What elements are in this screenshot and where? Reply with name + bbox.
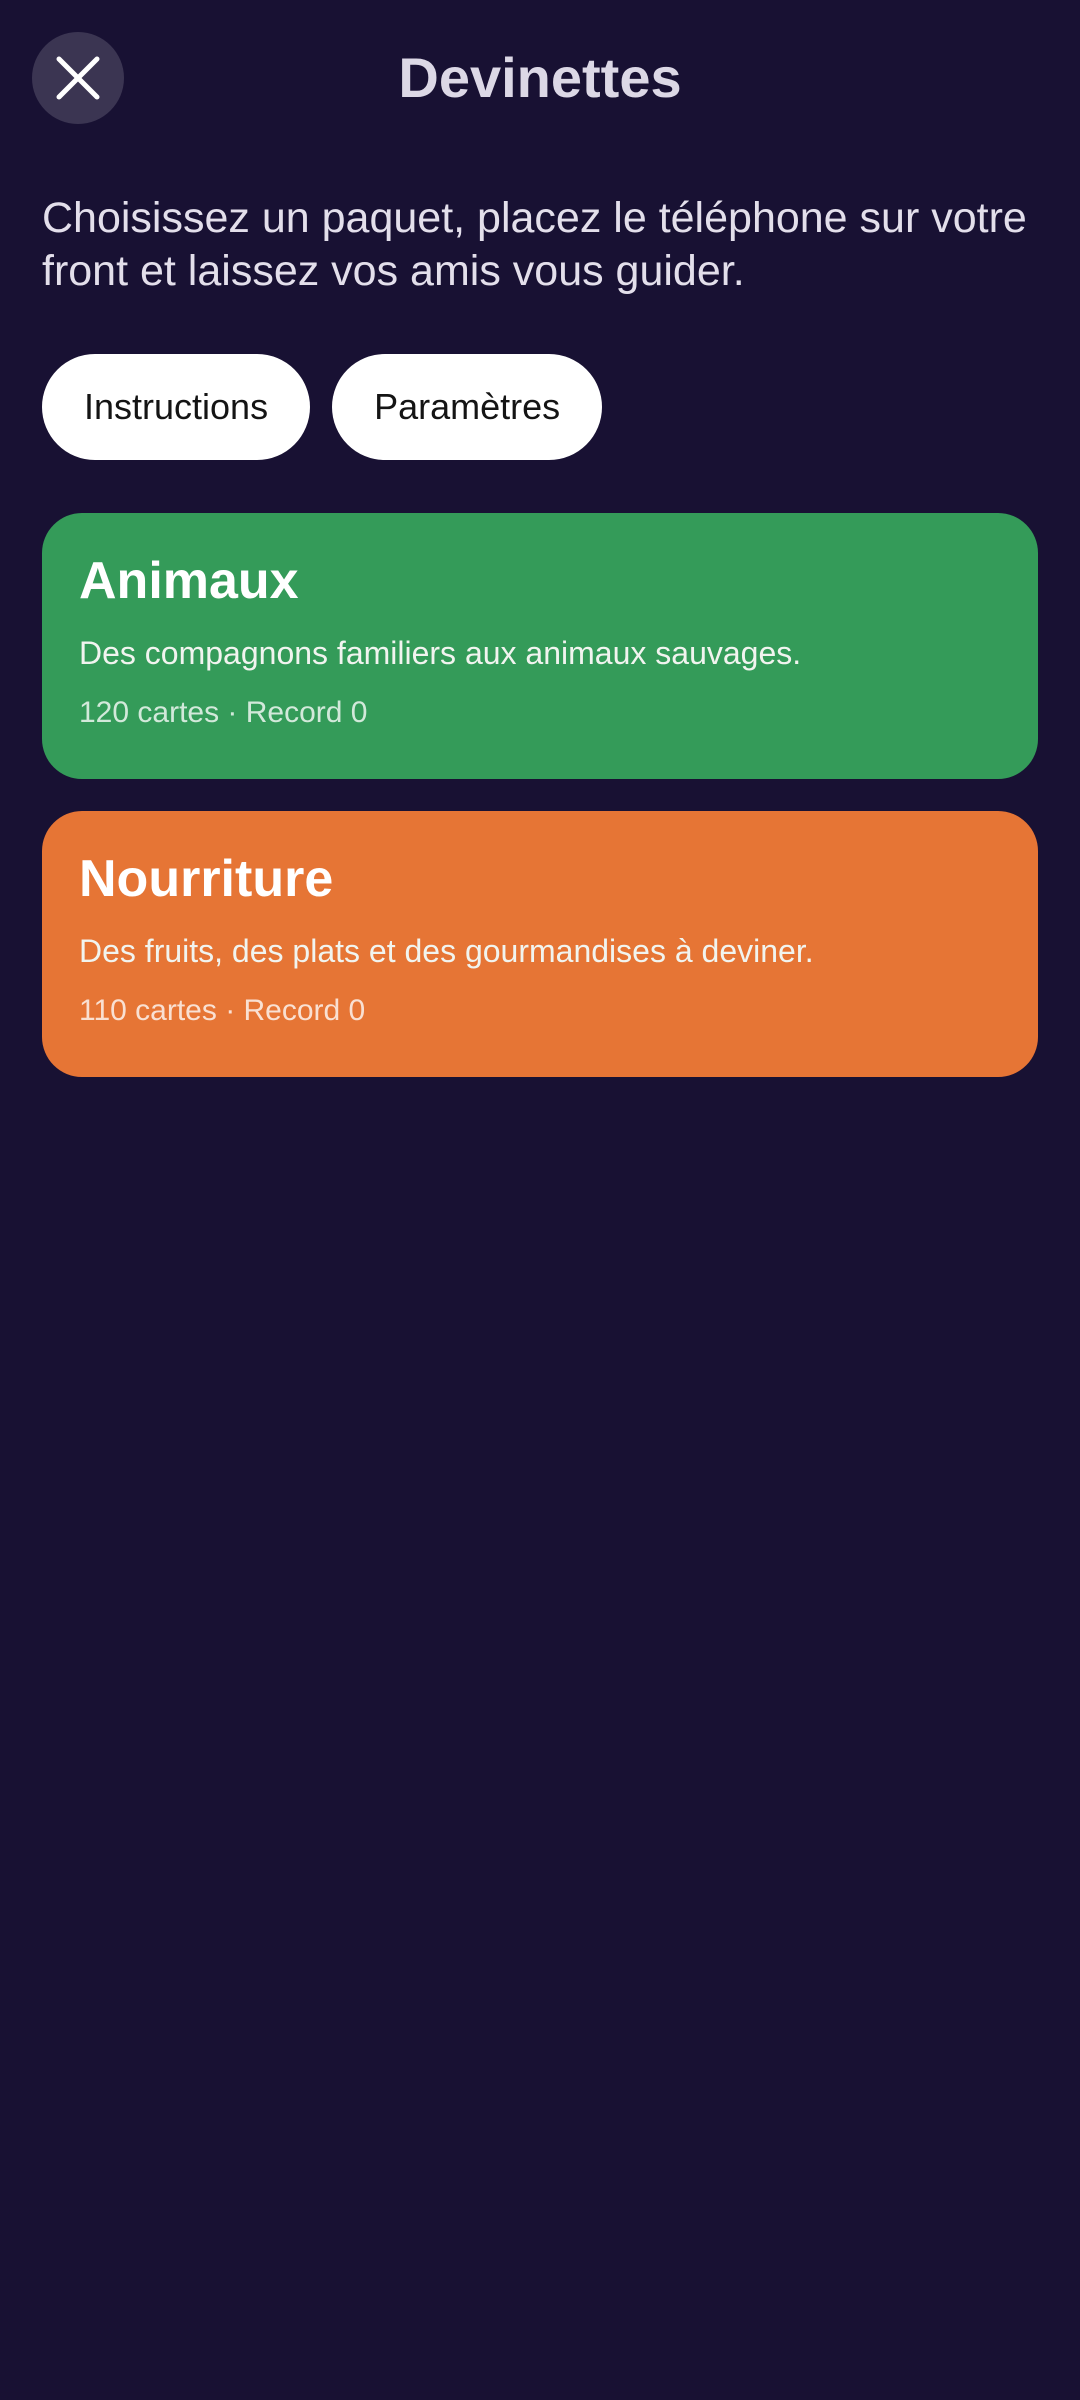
page-title: Devinettes xyxy=(398,46,682,109)
deck-title: Animaux xyxy=(79,552,299,610)
deck-description: Des compagnons familiers aux animaux sau… xyxy=(79,635,802,671)
intro-text: Choisissez un paquet, placez le téléphon… xyxy=(42,194,1027,295)
deck-title: Nourriture xyxy=(79,850,334,908)
deck-card-nourriture[interactable]: Nourriture Des fruits, des plats et des … xyxy=(42,811,1038,1077)
deck-description: Des fruits, des plats et des gourmandise… xyxy=(79,933,814,969)
app-header: Devinettes xyxy=(0,0,1080,156)
instructions-button[interactable]: Instructions xyxy=(42,354,311,460)
deck-meta: 120 cartes · Record 0 xyxy=(79,696,368,729)
deck-card-animaux[interactable]: Animaux Des compagnons familiers aux ani… xyxy=(42,513,1038,779)
action-chips: Instructions Paramètres xyxy=(42,354,603,460)
deck-meta: 110 cartes · Record 0 xyxy=(79,994,366,1027)
settings-button[interactable]: Paramètres xyxy=(332,354,603,460)
